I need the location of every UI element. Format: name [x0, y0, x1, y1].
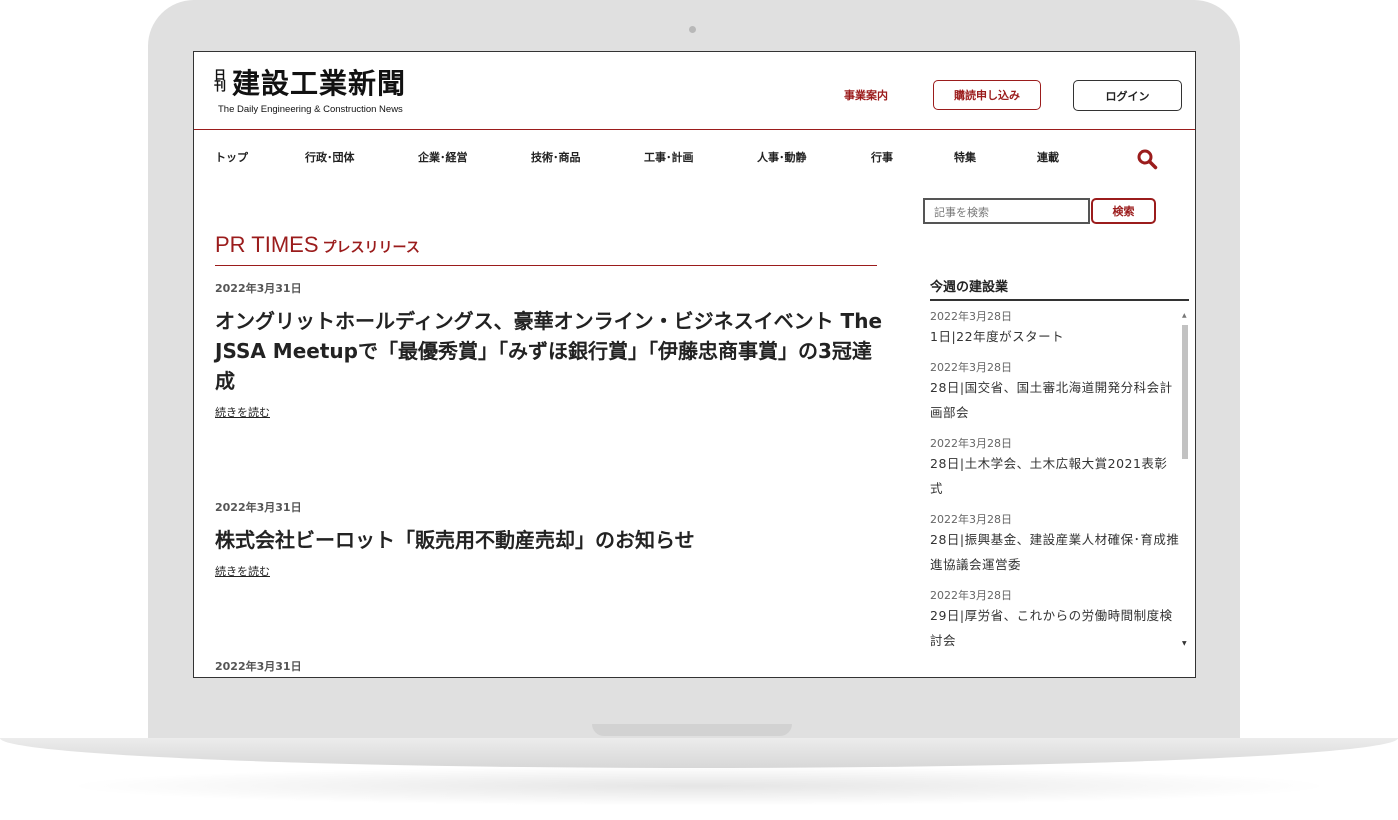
scroll-up-arrow-icon[interactable]: ▲ — [1182, 312, 1187, 319]
sidebar-item[interactable]: 2022年3月28日 28日|振興基金、建設産業人材確保･育成推進協議会運営委 — [930, 513, 1180, 577]
sidebar-item-date: 2022年3月28日 — [930, 437, 1012, 450]
laptop-notch — [592, 724, 792, 736]
nav-item-features[interactable]: 特集 — [954, 149, 976, 165]
nav-item-series[interactable]: 連載 — [1037, 149, 1059, 165]
nav-item-construction[interactable]: 工事･計画 — [644, 149, 694, 165]
sidebar-item[interactable]: 2022年3月28日 1日|22年度がスタート — [930, 310, 1180, 349]
logo-subtitle: The Daily Engineering & Construction New… — [218, 104, 403, 115]
article-title[interactable]: オングリットホールディングス、豪華オンライン・ビジネスイベント The JSSA… — [215, 306, 885, 396]
section-title-sub: プレスリリース — [322, 240, 420, 256]
sidebar-item-date: 2022年3月28日 — [930, 310, 1012, 323]
search-button[interactable]: 検索 — [1091, 198, 1156, 224]
article-date: 2022年3月31日 — [215, 660, 302, 673]
scrollbar-thumb[interactable] — [1182, 325, 1188, 459]
camera-dot — [689, 26, 696, 33]
laptop-shadow — [60, 766, 1338, 806]
nav-item-top[interactable]: トップ — [215, 149, 248, 165]
nav-item-personnel[interactable]: 人事･動静 — [757, 149, 807, 165]
sidebar-item-text[interactable]: 28日|振興基金、建設産業人材確保･育成推進協議会運営委 — [930, 527, 1180, 577]
section-title-main: PR TIMES — [215, 232, 319, 257]
sidebar-item[interactable]: 2022年3月28日 28日|土木学会、土木広報大賞2021表彰式 — [930, 437, 1180, 501]
read-more-link[interactable]: 続きを読む — [215, 404, 270, 420]
sidebar-scrollbar[interactable]: ▲ ▼ — [1181, 310, 1189, 650]
nav-item-business[interactable]: 企業･経営 — [418, 149, 468, 165]
sidebar-divider — [930, 299, 1189, 301]
site-header: 日刊 建設工業新聞 The Daily Engineering & Constr… — [194, 52, 1195, 130]
article-date: 2022年3月31日 — [215, 282, 302, 295]
sidebar-item-date: 2022年3月28日 — [930, 361, 1012, 374]
sidebar-item-text[interactable]: 28日|土木学会、土木広報大賞2021表彰式 — [930, 451, 1180, 501]
article-title[interactable]: 株式会社ビーロット「販売用不動産売却」のお知らせ — [215, 525, 885, 555]
sidebar-news-list[interactable]: 2022年3月28日 1日|22年度がスタート 2022年3月28日 28日|国… — [930, 310, 1180, 650]
article-item: 2022年3月31日 株式会社ビーロット「販売用不動産売却」のお知らせ 続きを読… — [215, 499, 885, 579]
login-button[interactable]: ログイン — [1073, 80, 1182, 111]
scroll-down-arrow-icon[interactable]: ▼ — [1182, 640, 1187, 647]
nav-item-events[interactable]: 行事 — [871, 149, 893, 165]
nav-item-technology[interactable]: 技術･商品 — [531, 149, 581, 165]
read-more-link[interactable]: 続きを読む — [215, 563, 270, 579]
sidebar-heading: 今週の建設業 — [930, 280, 1009, 295]
nav-item-government[interactable]: 行政･団体 — [305, 149, 355, 165]
sidebar-item-date: 2022年3月28日 — [930, 589, 1012, 602]
article-item: 2022年3月31日 オングリットホールディングス、豪華オンライン・ビジネスイベ… — [215, 280, 885, 420]
sidebar-item[interactable]: 2022年3月28日 29日|厚労省、これからの労働時間制度検討会 — [930, 589, 1180, 650]
search-icon[interactable] — [1136, 148, 1158, 170]
screen: 日刊 建設工業新聞 The Daily Engineering & Constr… — [193, 51, 1196, 678]
sidebar-item-text[interactable]: 1日|22年度がスタート — [930, 324, 1180, 349]
sidebar-item-text[interactable]: 28日|国交省、国土審北海道開発分科会計画部会 — [930, 375, 1180, 425]
sidebar-item-date: 2022年3月28日 — [930, 513, 1012, 526]
article-item: 2022年3月31日 — [215, 658, 885, 674]
subscribe-button[interactable]: 購読申し込み — [933, 80, 1041, 110]
business-info-link[interactable]: 事業案内 — [844, 87, 888, 103]
section-divider — [215, 265, 877, 266]
sidebar-item-text[interactable]: 29日|厚労省、これからの労働時間制度検討会 — [930, 603, 1180, 650]
search-input[interactable]: 記事を検索 — [923, 198, 1090, 224]
logo-small-text: 日刊 — [214, 68, 227, 93]
sidebar-item[interactable]: 2022年3月28日 28日|国交省、国土審北海道開発分科会計画部会 — [930, 361, 1180, 425]
section-title: PR TIMES プレスリリース — [215, 232, 420, 258]
logo-main-text: 建設工業新聞 — [232, 67, 407, 100]
article-date: 2022年3月31日 — [215, 501, 302, 514]
laptop-base — [0, 738, 1398, 768]
